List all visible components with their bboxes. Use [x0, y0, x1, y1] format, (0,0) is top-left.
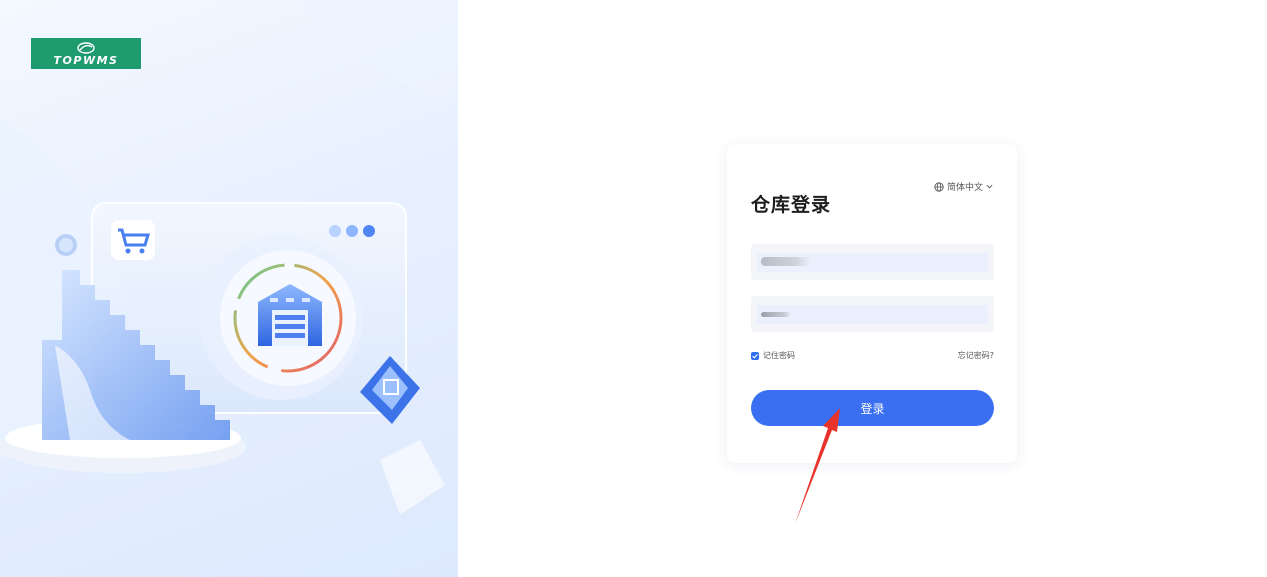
brand-name: TOPWMS: [53, 54, 119, 67]
password-input-box[interactable]: [757, 305, 992, 326]
globe-icon: [934, 181, 944, 192]
language-label: 简体中文: [946, 183, 983, 193]
remember-checkbox[interactable]: [751, 351, 759, 360]
check-icon: [752, 353, 758, 359]
masked-username: [761, 257, 811, 266]
brand-logo: TOPWMS: [31, 38, 141, 69]
remember-password[interactable]: 记住密码: [751, 350, 795, 361]
warehouse-illustration: [0, 0, 458, 515]
password-input[interactable]: [757, 305, 992, 326]
masked-password: [761, 312, 791, 317]
illustration-panel: TOPWMS: [0, 0, 458, 577]
logo-mark-icon: [77, 42, 95, 54]
forgot-password-link[interactable]: 忘记密码?: [958, 350, 994, 361]
remember-label: 记住密码: [763, 351, 795, 360]
page-title: 仓库登录: [751, 194, 832, 216]
login-button[interactable]: 登录: [751, 390, 994, 426]
username-field[interactable]: [751, 244, 994, 280]
chevron-down-icon: [986, 184, 993, 189]
password-field[interactable]: [751, 296, 994, 332]
language-selector[interactable]: 简体中文: [934, 180, 993, 193]
login-card: 仓库登录 简体中文 记住密码 忘记密码? 登录: [727, 144, 1017, 463]
